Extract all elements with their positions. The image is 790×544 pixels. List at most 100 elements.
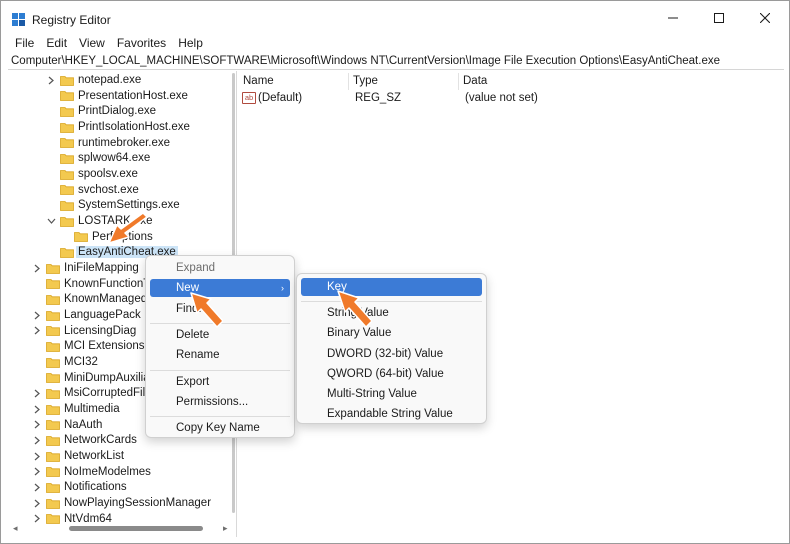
menu-item-key[interactable]: Key	[301, 278, 482, 296]
folder-icon	[46, 278, 60, 290]
pointer-arrow-icon	[190, 292, 223, 328]
tree-item-label: Notifications	[64, 481, 127, 494]
tree-item-label: splwow64.exe	[78, 152, 151, 165]
tree-item[interactable]: notepad.exe	[46, 72, 143, 88]
tree-item-label: LicensingDiag	[64, 324, 137, 337]
tree-item[interactable]: PresentationHost.exe	[46, 88, 190, 104]
menu-item-expand: Expand	[150, 259, 290, 277]
tree-item[interactable]: spoolsv.exe	[46, 166, 140, 182]
tree-item-label: NoImeModelmes	[64, 465, 151, 478]
scroll-left-arrow-icon[interactable]: ◂	[13, 523, 18, 534]
tree-item[interactable]: MCI Extensions	[32, 338, 147, 354]
folder-icon	[46, 310, 60, 321]
menu-view[interactable]: View	[73, 36, 111, 54]
folder-icon	[46, 482, 60, 493]
menu-item-label: Rename	[176, 349, 220, 362]
window-title: Registry Editor	[32, 13, 111, 27]
chevron-down-icon[interactable]	[46, 213, 56, 229]
tree-item[interactable]: LicensingDiag	[32, 323, 138, 339]
menu-help[interactable]: Help	[172, 36, 209, 54]
tree-item[interactable]: NetworkList	[32, 448, 126, 464]
menu-item-qword-64-bit-value[interactable]: QWORD (64-bit) Value	[301, 365, 482, 383]
maximize-icon	[714, 13, 724, 23]
menu-item-expandable-string-value[interactable]: Expandable String Value	[301, 405, 482, 423]
tree-item[interactable]: Notifications	[32, 479, 129, 495]
chevron-right-icon[interactable]	[46, 72, 56, 88]
chevron-right-icon[interactable]	[32, 417, 42, 433]
chevron-right-icon[interactable]	[32, 323, 42, 339]
tree-item[interactable]: NetworkCards	[32, 432, 139, 448]
menu-item-binary-value[interactable]: Binary Value	[301, 324, 482, 342]
scroll-right-arrow-icon[interactable]: ▸	[223, 523, 228, 534]
string-value-icon: ab	[242, 92, 256, 104]
tree-item[interactable]: SystemSettings.exe	[46, 197, 182, 213]
folder-icon	[46, 435, 60, 446]
tree-item[interactable]: PrintDialog.exe	[46, 103, 158, 119]
menu-file[interactable]: File	[9, 36, 40, 54]
tree-item-label: NetworkList	[64, 450, 125, 463]
maximize-button[interactable]	[696, 1, 742, 35]
menu-item-label: DWORD (32-bit) Value	[327, 347, 444, 360]
folder-icon	[46, 294, 60, 305]
folder-icon	[46, 263, 60, 274]
tree-item[interactable]: MCI32	[32, 354, 100, 370]
chevron-right-icon[interactable]	[32, 495, 42, 511]
tree-item-label: runtimebroker.exe	[78, 136, 171, 149]
column-header-data[interactable]: Data	[459, 73, 777, 90]
folder-icon	[46, 357, 60, 368]
menu-item-dword-32-bit-value[interactable]: DWORD (32-bit) Value	[301, 345, 482, 363]
value-type: REG_SZ	[355, 92, 402, 104]
folder-icon	[46, 341, 60, 352]
tree-item[interactable]: LanguagePack	[32, 307, 143, 323]
folder-icon	[46, 372, 60, 384]
value-row-default[interactable]: ab (Default) REG_SZ (value not set)	[239, 90, 538, 106]
tree-item[interactable]: runtimebroker.exe	[46, 135, 172, 151]
tree-item[interactable]: PrintIsolationHost.exe	[46, 119, 192, 135]
tree-item-label: NowPlayingSessionManager	[64, 497, 212, 510]
column-header-name[interactable]: Name	[239, 73, 349, 90]
folder-icon	[60, 75, 74, 86]
tree-item[interactable]: IniFileMapping	[32, 260, 141, 276]
tree-item[interactable]: NowPlayingSessionManager	[32, 495, 213, 511]
minimize-button[interactable]	[650, 1, 696, 35]
tree-item-label: LanguagePack	[64, 309, 141, 322]
chevron-right-icon[interactable]	[32, 401, 42, 417]
new-submenu: Key String Value Binary Value DWORD (32-bit…	[296, 273, 487, 424]
close-button[interactable]	[742, 1, 788, 35]
chevron-right-icon[interactable]	[32, 479, 42, 495]
folder-icon	[46, 466, 60, 478]
menu-item-copy-key-name[interactable]: Copy Key Name	[150, 419, 290, 437]
tree-item-label: PrintIsolationHost.exe	[78, 121, 190, 133]
tree-item-label: NaAuth	[64, 418, 103, 431]
tree-item[interactable]: NoImeModelmes	[32, 464, 153, 480]
menu-item-multi-string-value[interactable]: Multi-String Value	[301, 385, 482, 403]
menu-separator	[301, 301, 482, 303]
menu-favorites[interactable]: Favorites	[111, 36, 172, 54]
tree-item-label: MCI Extensions	[64, 340, 145, 353]
chevron-right-icon[interactable]	[32, 464, 42, 480]
chevron-right-icon[interactable]	[32, 307, 42, 323]
scrollbar-thumb[interactable]	[69, 526, 203, 531]
tree-item[interactable]: Multimedia	[32, 401, 122, 417]
chevron-right-icon[interactable]	[32, 385, 42, 401]
menu-item-export[interactable]: Export	[150, 373, 290, 391]
tree-item[interactable]: svchost.exe	[46, 182, 141, 198]
title-bar[interactable]: Registry Editor	[1, 1, 789, 35]
tree-item-label: IniFileMapping	[64, 262, 139, 275]
address-bar[interactable]: Computer\HKEY_LOCAL_MACHINE\SOFTWARE\Mic…	[8, 54, 784, 70]
chevron-right-icon[interactable]	[32, 260, 42, 276]
menu-item-rename[interactable]: Rename	[150, 346, 290, 364]
tree-item[interactable]: splwow64.exe	[46, 150, 152, 166]
menu-item-string-value[interactable]: String Value	[301, 304, 482, 322]
folder-icon	[60, 200, 74, 211]
column-header-type[interactable]: Type	[349, 73, 459, 90]
tree-item[interactable]: NaAuth	[32, 417, 104, 433]
chevron-right-icon[interactable]	[32, 432, 42, 448]
folder-icon	[60, 169, 74, 180]
value-data: (value not set)	[465, 92, 538, 104]
chevron-right-icon[interactable]	[32, 448, 42, 464]
menu-item-permissions[interactable]: Permissions...	[150, 393, 290, 411]
menu-edit[interactable]: Edit	[40, 36, 73, 54]
